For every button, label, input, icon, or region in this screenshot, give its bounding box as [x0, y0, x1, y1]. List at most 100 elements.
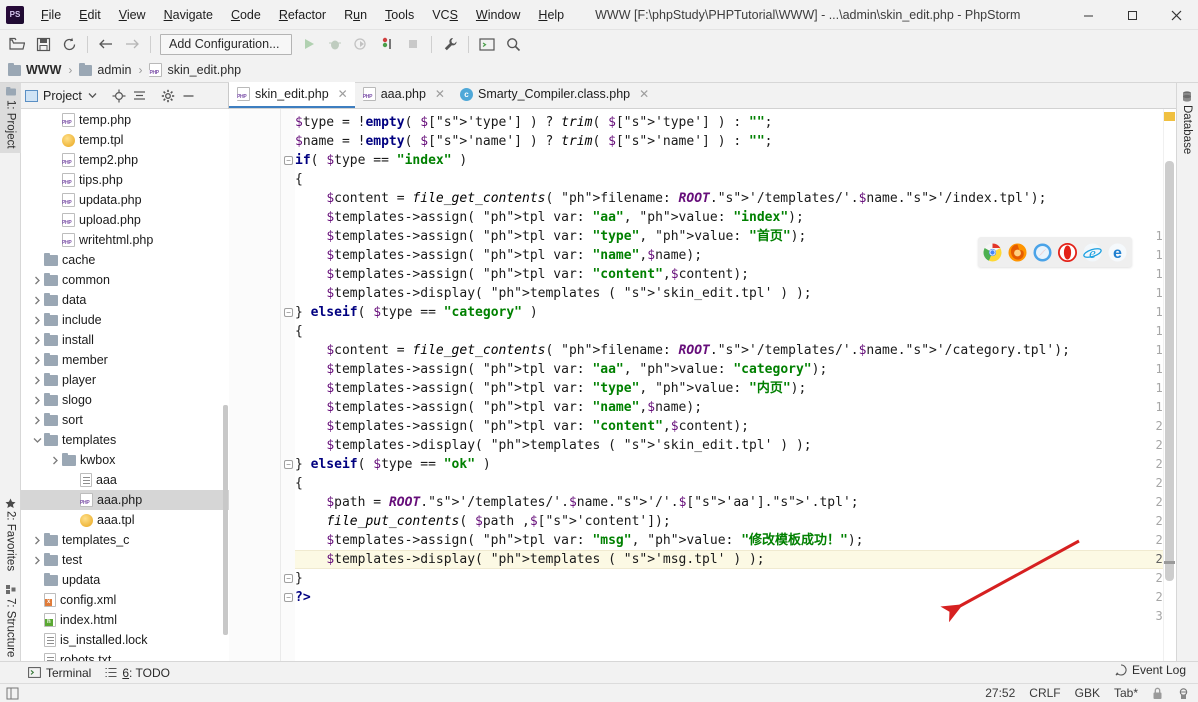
tree-node-member[interactable]: member	[21, 350, 229, 370]
menu-item-window[interactable]: Window	[467, 4, 529, 26]
editor-tab-aaa-php[interactable]: aaa.php ✕	[355, 82, 452, 108]
tree-node-updata[interactable]: updata	[21, 570, 229, 590]
breadcrumb-item-www[interactable]: WWW	[8, 62, 61, 77]
close-icon[interactable]: ✕	[435, 87, 445, 101]
code-line[interactable]: $path = ROOT."s">'/templates/'.$name."s"…	[295, 493, 858, 512]
fold-marker[interactable]: −	[284, 593, 293, 602]
project-tree-scrollbar[interactable]	[223, 405, 228, 635]
fold-marker[interactable]: −	[284, 574, 293, 583]
code-line[interactable]: {	[295, 322, 303, 341]
event-log-button[interactable]: Event Log	[1115, 663, 1186, 677]
code-line[interactable]: } elseif( $type == "ok" )	[295, 455, 491, 474]
code-line[interactable]: if( $type == "index" )	[295, 151, 467, 170]
maximize-button[interactable]	[1110, 0, 1154, 30]
chevron-right-icon[interactable]	[31, 550, 44, 570]
code-line[interactable]: ?>	[295, 588, 311, 607]
ie-icon[interactable]: e	[1083, 243, 1102, 262]
menu-item-refactor[interactable]: Refactor	[270, 4, 335, 26]
fold-marker[interactable]: −	[284, 156, 293, 165]
hide-panel-icon[interactable]	[179, 86, 199, 106]
sidebar-item-structure[interactable]: 7: Structure	[0, 581, 21, 661]
lock-icon[interactable]	[1152, 687, 1163, 700]
tree-node-common[interactable]: common	[21, 270, 229, 290]
code-line[interactable]: $content = file_get_contents( "ph">filen…	[295, 341, 1070, 360]
code-line[interactable]: {	[295, 474, 303, 493]
chevron-right-icon[interactable]	[49, 450, 62, 470]
tree-node-index-html[interactable]: index.html	[21, 610, 229, 630]
tree-node-aaa-tpl[interactable]: aaa.tpl	[21, 510, 229, 530]
settings-wrench-icon[interactable]	[437, 32, 463, 56]
menu-item-edit[interactable]: Edit	[70, 4, 110, 26]
code-line[interactable]: $templates->assign( "ph">tpl var: "conte…	[295, 417, 749, 436]
chevron-down-icon[interactable]	[83, 86, 103, 106]
fold-marker[interactable]: −	[284, 308, 293, 317]
tree-node-upload-php[interactable]: upload.php	[21, 210, 229, 230]
bottom-item-todo[interactable]: 6: TODO	[105, 666, 170, 680]
tree-node-templates[interactable]: templates	[21, 430, 229, 450]
code-line[interactable]: $content = file_get_contents( "ph">filen…	[295, 189, 1046, 208]
code-line[interactable]: $type = !empty( $["s">'type'] ) ? trim( …	[295, 113, 772, 132]
collapse-all-icon[interactable]	[130, 86, 150, 106]
terminal-icon[interactable]	[474, 32, 500, 56]
stop-icon[interactable]	[400, 32, 426, 56]
chrome-icon[interactable]	[983, 243, 1002, 262]
menu-item-vcs[interactable]: VCS	[423, 4, 467, 26]
code-content[interactable]: $type = !empty( $["s">'type'] ) ? trim( …	[295, 109, 1176, 661]
tree-node-player[interactable]: player	[21, 370, 229, 390]
sync-icon[interactable]	[56, 32, 82, 56]
tree-node-test[interactable]: test	[21, 550, 229, 570]
menu-item-file[interactable]: File	[32, 4, 70, 26]
run-icon[interactable]	[296, 32, 322, 56]
menu-item-run[interactable]: Run	[335, 4, 376, 26]
debug-icon[interactable]	[322, 32, 348, 56]
editor-tab-skin_edit-php[interactable]: skin_edit.php ✕	[229, 82, 355, 108]
file-encoding[interactable]: GBK	[1075, 686, 1100, 700]
close-button[interactable]	[1154, 0, 1198, 30]
chevron-right-icon[interactable]	[31, 270, 44, 290]
code-line[interactable]: {	[295, 170, 303, 189]
chevron-right-icon[interactable]	[31, 350, 44, 370]
code-line[interactable]: $templates->assign( "ph">tpl var: "name"…	[295, 398, 702, 417]
project-tree[interactable]: temp.php temp.tpl temp2.php tips.php updata.…	[21, 109, 229, 661]
tree-node-is_installed-lock[interactable]: is_installed.lock	[21, 630, 229, 650]
gear-icon[interactable]	[158, 86, 178, 106]
tree-node-robots-txt[interactable]: robots.txt	[21, 650, 229, 661]
toggle-toolwindow-icon[interactable]	[6, 687, 19, 700]
caret-position[interactable]: 27:52	[985, 686, 1015, 700]
code-line[interactable]: $templates->assign( "ph">tpl var: "msg",…	[295, 531, 863, 550]
tree-node-kwbox[interactable]: kwbox	[21, 450, 229, 470]
sidebar-item-project[interactable]: 1: Project	[0, 83, 21, 153]
chevron-right-icon[interactable]	[31, 290, 44, 310]
breadcrumb-item-admin[interactable]: admin	[79, 62, 131, 77]
code-editor[interactable]: 4567891011121314151617181920212223242526…	[229, 109, 1176, 661]
code-line[interactable]: $name = !empty( $["s">'name'] ) ? trim( …	[295, 132, 772, 151]
code-line[interactable]: $templates->assign( "ph">tpl var: "aa", …	[295, 360, 827, 379]
browser-launch-bar[interactable]: e e	[978, 237, 1132, 267]
tree-node-templates_c[interactable]: templates_c	[21, 530, 229, 550]
tree-node-tips-php[interactable]: tips.php	[21, 170, 229, 190]
run-with-coverage-icon[interactable]	[348, 32, 374, 56]
chevron-right-icon[interactable]	[31, 390, 44, 410]
chevron-right-icon[interactable]	[31, 330, 44, 350]
sidebar-item-database[interactable]: Database	[1176, 87, 1198, 158]
editor-scrollbar-track[interactable]	[1163, 109, 1176, 661]
menu-item-tools[interactable]: Tools	[376, 4, 423, 26]
profile-icon[interactable]	[374, 32, 400, 56]
tree-node-install[interactable]: install	[21, 330, 229, 350]
chevron-down-icon[interactable]	[31, 430, 44, 450]
chevron-right-icon[interactable]	[31, 530, 44, 550]
code-line[interactable]: file_put_contents( $path ,$["s">'content…	[295, 512, 670, 531]
menu-item-code[interactable]: Code	[222, 4, 270, 26]
opera-icon[interactable]	[1058, 242, 1077, 262]
firefox-icon[interactable]	[1008, 243, 1027, 262]
code-line[interactable]: $templates->assign( "ph">tpl var: "type"…	[295, 227, 806, 246]
close-icon[interactable]: ✕	[639, 87, 649, 101]
fold-marker[interactable]: −	[284, 460, 293, 469]
breadcrumb-item-skin_edit-php[interactable]: skin_edit.php	[149, 63, 241, 77]
editor-tab-smarty_compiler-class-php[interactable]: c Smarty_Compiler.class.php ✕	[452, 82, 656, 108]
tree-node-slogo[interactable]: slogo	[21, 390, 229, 410]
tree-node-data[interactable]: data	[21, 290, 229, 310]
forward-arrow-icon[interactable]	[119, 32, 145, 56]
code-line[interactable]: $templates->assign( "ph">tpl var: "type"…	[295, 379, 806, 398]
code-line[interactable]: $templates->assign( "ph">tpl var: "conte…	[295, 265, 749, 284]
